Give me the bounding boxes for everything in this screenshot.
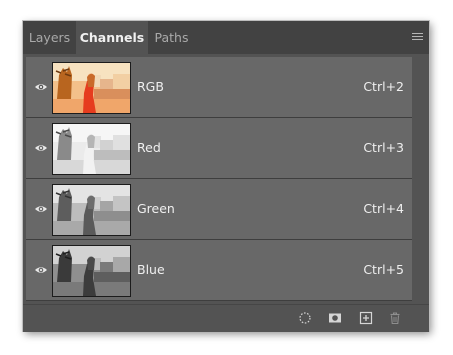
channel-shortcut: Ctrl+2: [363, 79, 404, 94]
panel-footer: [23, 304, 429, 332]
channel-thumbnail-blue: [52, 245, 131, 297]
channel-name: Red: [137, 140, 161, 155]
panel-menu-icon[interactable]: [412, 33, 423, 42]
channel-shortcut: Ctrl+4: [363, 201, 404, 216]
eye-icon[interactable]: [34, 202, 48, 216]
tab-paths[interactable]: Paths: [148, 21, 195, 54]
channel-name: Blue: [137, 262, 165, 277]
channel-row-red[interactable]: Red Ctrl+3: [26, 118, 412, 179]
tab-channels[interactable]: Channels: [76, 21, 148, 54]
eye-icon[interactable]: [34, 141, 48, 155]
tab-layers[interactable]: Layers: [23, 21, 76, 54]
channel-thumbnail-rgb: [52, 62, 131, 114]
channel-shortcut: Ctrl+5: [363, 262, 404, 277]
channel-thumbnail-green: [52, 184, 131, 236]
load-channel-as-selection-icon[interactable]: [298, 311, 312, 325]
channel-row-blue[interactable]: Blue Ctrl+5: [26, 240, 412, 301]
channel-name: Green: [137, 201, 175, 216]
eye-icon[interactable]: [34, 80, 48, 94]
tab-bar: Layers Channels Paths: [23, 21, 429, 54]
channel-row-rgb[interactable]: RGB Ctrl+2: [26, 57, 412, 118]
trash-icon[interactable]: [388, 311, 402, 325]
scrollbar-track[interactable]: [414, 57, 426, 302]
channel-row-green[interactable]: Green Ctrl+4: [26, 179, 412, 240]
channel-name: RGB: [137, 79, 164, 94]
channel-list: RGB Ctrl+2 Red Ctrl+3 Green Ctrl+4 Blue …: [26, 57, 412, 302]
save-selection-as-channel-icon[interactable]: [328, 311, 342, 325]
channel-thumbnail-red: [52, 123, 131, 175]
eye-icon[interactable]: [34, 263, 48, 277]
channels-panel: Layers Channels Paths RGB Ctrl+2 Red Ctr…: [23, 21, 429, 332]
channel-shortcut: Ctrl+3: [363, 140, 404, 155]
new-channel-icon[interactable]: [359, 311, 373, 325]
